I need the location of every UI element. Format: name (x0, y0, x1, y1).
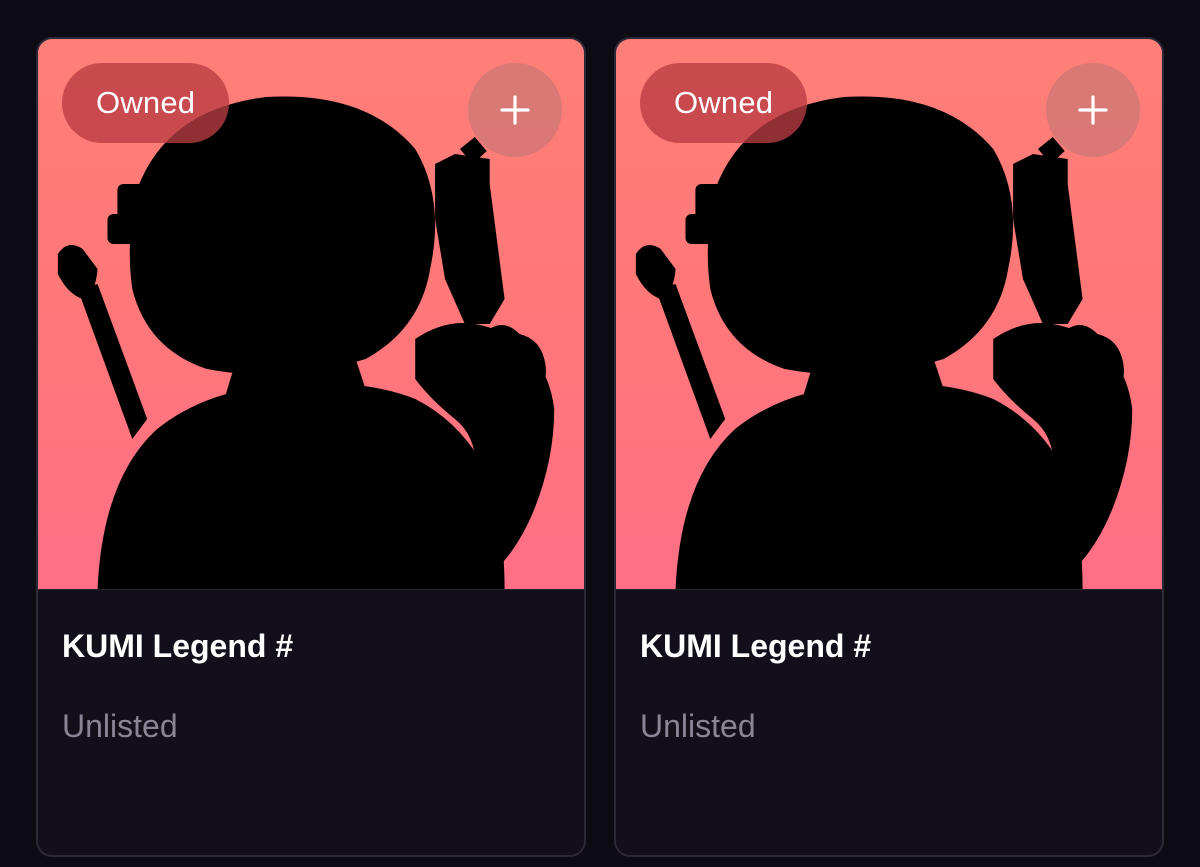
nft-card[interactable]: Owned KUMI Legend # Unlisted (614, 37, 1164, 857)
nft-image[interactable]: Owned (38, 39, 584, 589)
listing-status: Unlisted (62, 708, 178, 744)
nft-title[interactable]: KUMI Legend # (62, 624, 560, 668)
nft-grid: Owned KUMI Legend # Unlisted Owned KUMI … (0, 0, 1200, 867)
nft-card[interactable]: Owned KUMI Legend # Unlisted (36, 37, 586, 857)
owned-badge: Owned (62, 63, 230, 143)
listing-status: Unlisted (640, 708, 756, 744)
card-info: KUMI Legend # Unlisted (640, 624, 1138, 748)
nft-title[interactable]: KUMI Legend # (640, 624, 1138, 668)
plus-icon (1078, 95, 1108, 125)
divider (38, 589, 584, 590)
owned-badge: Owned (640, 63, 808, 143)
card-info: KUMI Legend # Unlisted (62, 624, 560, 748)
nft-image[interactable]: Owned (616, 39, 1162, 589)
add-button[interactable] (468, 63, 562, 157)
plus-icon (500, 95, 530, 125)
add-button[interactable] (1046, 63, 1140, 157)
divider (616, 589, 1162, 590)
